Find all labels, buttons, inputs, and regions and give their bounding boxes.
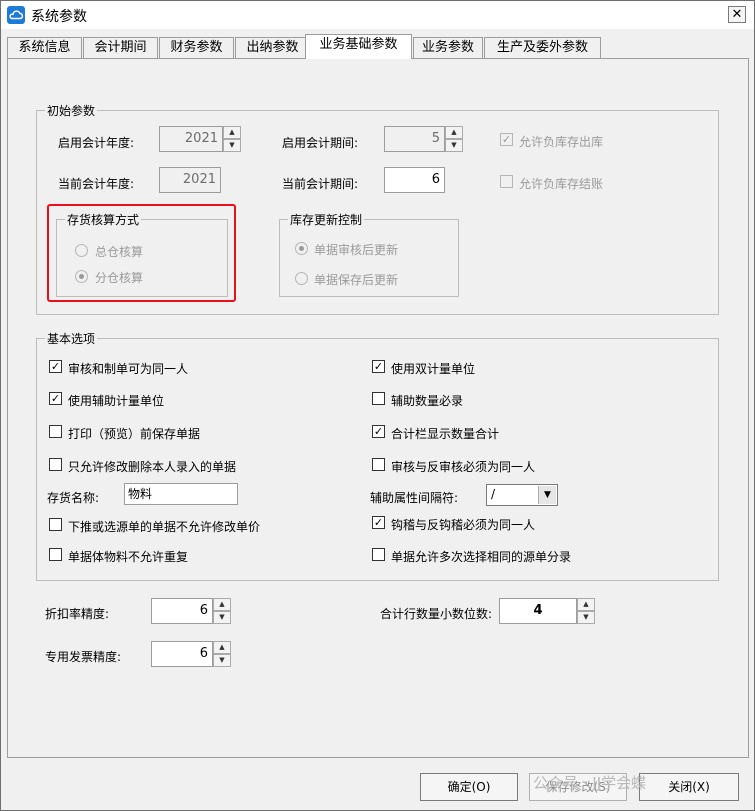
audit-same-person-label: 审核和制单可为同一人 xyxy=(68,362,189,376)
discount-precision-value[interactable]: 6 xyxy=(151,598,213,624)
spin-down-icon[interactable]: ▼ xyxy=(213,654,231,667)
title-bar: 系统参数 ✕ xyxy=(1,1,754,29)
start-period-label: 启用会计期间: xyxy=(282,136,359,150)
system-params-window: 系统参数 ✕ 系统信息 会计期间 财务参数 出纳参数 业务基础参数 业务参数 生… xyxy=(0,0,755,811)
use-dual-unit-label: 使用双计量单位 xyxy=(391,362,476,376)
update-after-save-label: 单据保存后更新 xyxy=(314,273,399,287)
current-year-value: 2021 xyxy=(159,167,221,193)
aux-separator-value: / xyxy=(491,487,496,501)
spin-up-icon[interactable]: ▲ xyxy=(445,126,463,139)
audit-unaudit-same-person-label: 审核与反审核必须为同一人 xyxy=(391,460,536,474)
use-dual-unit-checkbox[interactable]: ✓ xyxy=(372,360,385,373)
update-after-save-radio[interactable] xyxy=(295,272,308,285)
update-after-audit-radio[interactable] xyxy=(295,242,308,255)
window-title: 系统参数 xyxy=(31,9,87,25)
no-duplicate-material-checkbox[interactable] xyxy=(49,548,62,561)
allow-negative-close-label: 允许负库存结账 xyxy=(519,177,604,191)
costing-branch-label: 分仓核算 xyxy=(95,271,144,285)
save-before-print-label: 打印（预览）前保存单据 xyxy=(68,427,201,441)
ok-button[interactable]: 确定(O) xyxy=(420,773,518,801)
show-qty-total-label: 合计栏显示数量合计 xyxy=(391,427,500,441)
update-after-audit-label: 单据审核后更新 xyxy=(314,243,399,257)
tab-finance-params[interactable]: 财务参数 xyxy=(159,37,234,58)
inventory-name-label: 存货名称: xyxy=(47,491,100,505)
total-qty-decimals-spinner: 4 ▲ ▼ xyxy=(499,598,597,624)
spin-down-icon[interactable]: ▼ xyxy=(223,139,241,152)
audit-same-person-checkbox[interactable]: ✓ xyxy=(49,360,62,373)
cloud-app-icon xyxy=(7,6,25,24)
aux-qty-required-checkbox[interactable] xyxy=(372,392,385,405)
window-close-button[interactable]: ✕ xyxy=(728,6,746,23)
use-aux-unit-label: 使用辅助计量单位 xyxy=(68,394,165,408)
tab-business-params[interactable]: 业务参数 xyxy=(413,37,483,58)
no-duplicate-material-label: 单据体物料不允许重复 xyxy=(68,550,189,564)
chevron-down-icon[interactable]: ▼ xyxy=(538,486,556,504)
costing-method-legend: 存货核算方式 xyxy=(65,211,142,228)
multi-select-source-label: 单据允许多次选择相同的源单分录 xyxy=(391,550,572,564)
current-period-value: 6 xyxy=(384,167,445,193)
total-qty-decimals-label: 合计行数量小数位数: xyxy=(380,607,493,621)
start-period-spinner: 5 ▲ ▼ xyxy=(384,126,464,152)
invoice-precision-label: 专用发票精度: xyxy=(45,650,122,664)
multi-select-source-checkbox[interactable] xyxy=(372,548,385,561)
own-docs-only-checkbox[interactable] xyxy=(49,458,62,471)
costing-branch-radio[interactable] xyxy=(75,270,88,283)
save-changes-button[interactable]: 保存修改(S) xyxy=(529,773,627,801)
reconcile-same-person-checkbox[interactable]: ✓ xyxy=(372,516,385,529)
tab-business-basic-params[interactable]: 业务基础参数 xyxy=(305,34,412,59)
no-price-edit-checkbox[interactable] xyxy=(49,518,62,531)
tab-accounting-period[interactable]: 会计期间 xyxy=(83,37,158,58)
close-button[interactable]: 关闭(X) xyxy=(639,773,739,801)
spin-down-icon[interactable]: ▼ xyxy=(577,611,595,624)
costing-total-radio[interactable] xyxy=(75,244,88,257)
start-year-spinner: 2021 ▲ ▼ xyxy=(159,126,243,152)
allow-negative-out-checkbox[interactable]: ✓ xyxy=(500,133,513,146)
aux-separator-label: 辅助属性间隔符: xyxy=(370,491,459,505)
discount-precision-spinner: 6 ▲ ▼ xyxy=(151,598,232,624)
show-qty-total-checkbox[interactable]: ✓ xyxy=(372,425,385,438)
initial-params-legend: 初始参数 xyxy=(45,102,98,119)
own-docs-only-label: 只允许修改删除本人录入的单据 xyxy=(68,460,237,474)
save-before-print-checkbox[interactable] xyxy=(49,425,62,438)
invoice-precision-spinner: 6 ▲ ▼ xyxy=(151,641,232,667)
basic-options-legend: 基本选项 xyxy=(45,330,98,347)
current-year-label: 当前会计年度: xyxy=(58,177,135,191)
allow-negative-close-checkbox[interactable] xyxy=(500,175,513,188)
start-year-value: 2021 xyxy=(159,126,223,152)
current-year-field: 2021 xyxy=(159,167,223,193)
allow-negative-out-label: 允许负库存出库 xyxy=(519,135,604,149)
inventory-update-legend: 库存更新控制 xyxy=(288,211,365,228)
audit-unaudit-same-person-checkbox[interactable] xyxy=(372,458,385,471)
tab-system-info[interactable]: 系统信息 xyxy=(7,37,82,58)
inventory-name-input[interactable]: 物料 xyxy=(124,483,238,505)
tab-cashier-params[interactable]: 出纳参数 xyxy=(235,37,310,58)
start-year-label: 启用会计年度: xyxy=(58,136,135,150)
tab-production-outsourcing-params[interactable]: 生产及委外参数 xyxy=(484,37,601,58)
spin-up-icon[interactable]: ▲ xyxy=(213,598,231,611)
current-period-field: 6 xyxy=(384,167,446,193)
aux-separator-select[interactable]: / ▼ xyxy=(486,484,558,506)
invoice-precision-value[interactable]: 6 xyxy=(151,641,213,667)
use-aux-unit-checkbox[interactable]: ✓ xyxy=(49,392,62,405)
spin-up-icon[interactable]: ▲ xyxy=(213,641,231,654)
spin-down-icon[interactable]: ▼ xyxy=(445,139,463,152)
spin-up-icon[interactable]: ▲ xyxy=(577,598,595,611)
no-price-edit-label: 下推或选源单的单据不允许修改单价 xyxy=(68,520,261,534)
current-period-label: 当前会计期间: xyxy=(282,177,359,191)
spin-up-icon[interactable]: ▲ xyxy=(223,126,241,139)
aux-qty-required-label: 辅助数量必录 xyxy=(391,394,464,408)
discount-precision-label: 折扣率精度: xyxy=(45,607,110,621)
total-qty-decimals-value[interactable]: 4 xyxy=(499,598,577,624)
costing-total-label: 总仓核算 xyxy=(95,245,144,259)
start-period-value: 5 xyxy=(384,126,445,152)
reconcile-same-person-label: 钩稽与反钩稽必须为同一人 xyxy=(391,518,536,532)
spin-down-icon[interactable]: ▼ xyxy=(213,611,231,624)
